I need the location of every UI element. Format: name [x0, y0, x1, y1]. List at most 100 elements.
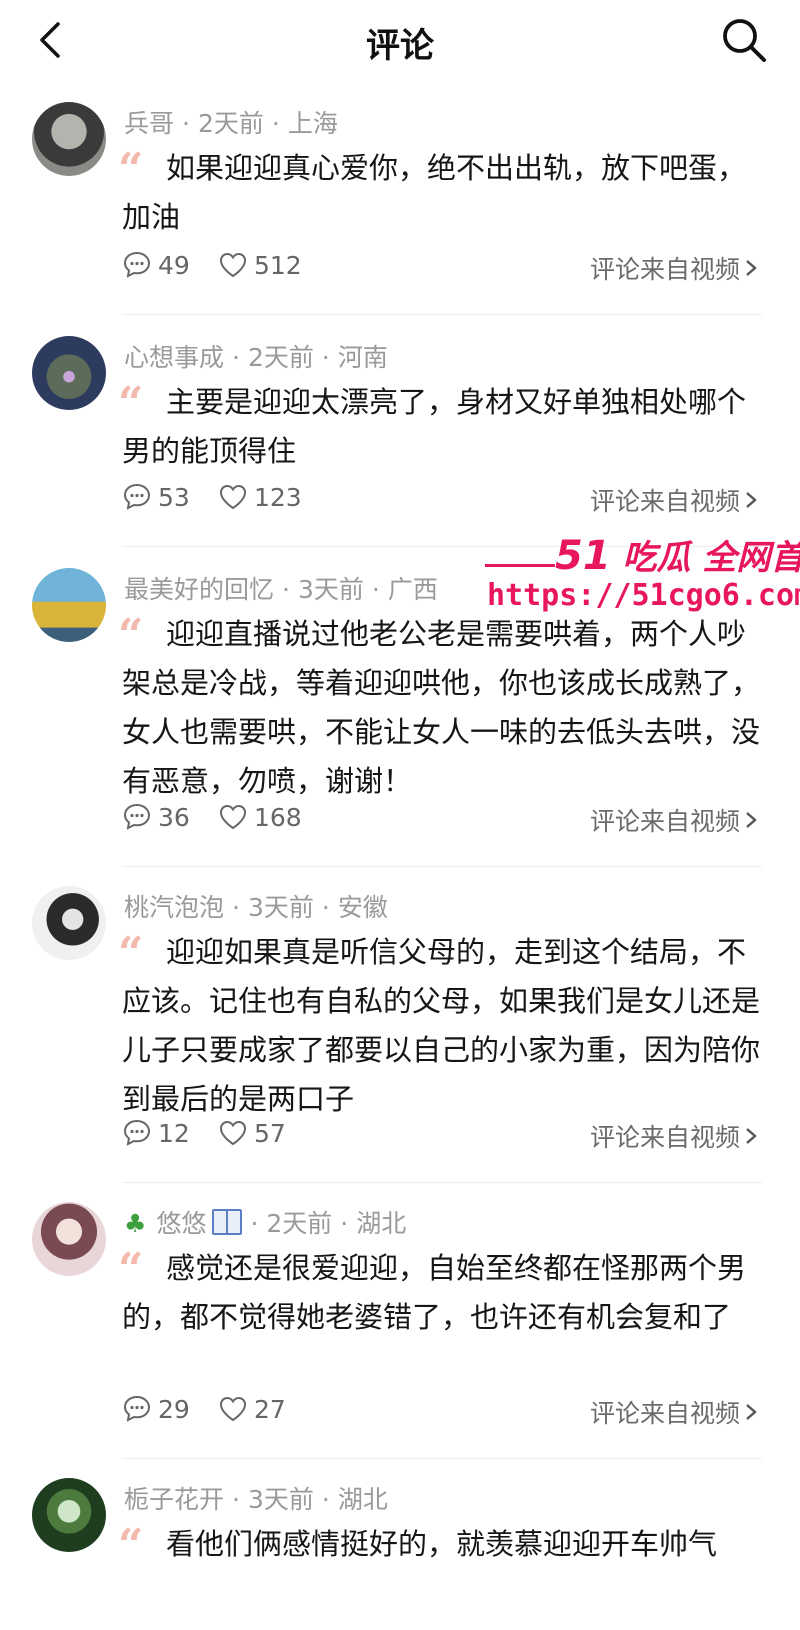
comment-time: 2天前 [197, 109, 264, 138]
comment-location: 湖北 [356, 1209, 407, 1238]
avatar[interactable] [32, 336, 106, 410]
source-label: 评论来自视频 [589, 1123, 740, 1152]
comment-text: 迎迎如果真是听信父母的，走到这个结局，不应该。记住也有自私的父母，如果我们是女儿… [122, 935, 761, 1116]
comment-meta: 桃汽泡泡 · 3天前 · 安徽 [124, 893, 388, 922]
like-count: 27 [254, 1394, 286, 1424]
like-count: 168 [254, 802, 302, 832]
username[interactable]: 桃汽泡泡 [124, 893, 224, 922]
heart-icon [219, 804, 247, 830]
avatar[interactable] [32, 1202, 106, 1276]
username[interactable]: 最美好的回忆 [124, 575, 274, 604]
comment-text: 看他们俩感情挺好的，就羡慕迎迎开车帅气 [166, 1527, 718, 1561]
comment-time: 3天前 [247, 893, 314, 922]
book-icon [212, 1209, 243, 1235]
source-label: 评论来自视频 [589, 255, 740, 284]
username[interactable]: 悠悠 [156, 1209, 206, 1238]
like-count: 512 [254, 250, 302, 280]
reply-count: 49 [158, 250, 190, 280]
comment-text: 如果迎迎真心爱你，绝不出出轨，放下吧蛋，加油 [122, 151, 747, 234]
source-link[interactable]: 评论来自视频 [590, 802, 762, 838]
clover-icon: ♣ [124, 1209, 147, 1238]
divider [122, 1182, 762, 1183]
heart-icon [219, 252, 247, 278]
reply-button[interactable]: 36 [122, 802, 190, 832]
watermark-brand: 51 吃瓜 全网首发 [555, 530, 800, 579]
chevron-right-icon [746, 1128, 757, 1144]
avatar[interactable] [32, 886, 106, 960]
watermark-line [485, 564, 555, 567]
quote-icon: “ [118, 1244, 144, 1295]
username[interactable]: 心想事成 [124, 343, 224, 372]
reply-button[interactable]: 53 [122, 482, 190, 512]
avatar[interactable] [32, 568, 106, 642]
reply-count: 53 [158, 482, 190, 512]
comment-actions: 36 168 评论来自视频 [122, 802, 762, 842]
comment-bubble-icon [123, 483, 151, 510]
comment-time: 2天前 [247, 343, 314, 372]
comment-meta: 栀子花开 · 3天前 · 湖北 [124, 1485, 388, 1514]
comment-text: 迎迎直播说过他老公老是需要哄着，两个人吵架总是冷战，等着迎迎哄他，你也该成长成熟… [122, 617, 761, 798]
reply-button[interactable]: 29 [122, 1394, 190, 1424]
like-button[interactable]: 57 [218, 1118, 286, 1148]
comment-actions: 12 57 评论来自视频 [122, 1118, 762, 1158]
comment-body: “ 如果迎迎真心爱你，绝不出出轨，放下吧蛋，加油 [118, 144, 762, 242]
like-count: 123 [254, 482, 302, 512]
avatar[interactable] [32, 1478, 106, 1552]
quote-icon: “ [118, 928, 144, 979]
source-label: 评论来自视频 [589, 1399, 740, 1428]
comment-text: 主要是迎迎太漂亮了，身材又好单独相处哪个男的能顶得住 [122, 385, 747, 468]
comment-location: 河南 [337, 343, 388, 372]
like-button[interactable]: 27 [218, 1394, 286, 1424]
reply-button[interactable]: 49 [122, 250, 190, 280]
like-button[interactable]: 168 [218, 802, 302, 832]
comment-bubble-icon [123, 1395, 151, 1422]
comment-location: 安徽 [337, 893, 388, 922]
comment-text: 感觉还是很爱迎迎，自始至终都在怪那两个男的，都不觉得她老婆错了，也许还有机会复和… [122, 1251, 747, 1334]
like-count: 57 [254, 1118, 286, 1148]
source-link[interactable]: 评论来自视频 [590, 1394, 762, 1430]
comment-body: “ 主要是迎迎太漂亮了，身材又好单独相处哪个男的能顶得住 [118, 378, 762, 476]
heart-icon [219, 1120, 247, 1146]
comment-time: 3天前 [297, 575, 364, 604]
comment-body: “ 看他们俩感情挺好的，就羡慕迎迎开车帅气 [118, 1520, 762, 1569]
source-link[interactable]: 评论来自视频 [590, 482, 762, 518]
watermark: 51 吃瓜 全网首发 https://51cgo6.com [485, 530, 800, 620]
source-link[interactable]: 评论来自视频 [590, 250, 762, 286]
comment-location: 湖北 [337, 1485, 388, 1514]
source-label: 评论来自视频 [589, 807, 740, 836]
chevron-right-icon [746, 1404, 757, 1420]
comment-location: 广西 [387, 575, 438, 604]
reply-button[interactable]: 12 [122, 1118, 190, 1148]
quote-icon: “ [118, 610, 144, 661]
source-label: 评论来自视频 [589, 487, 740, 516]
reply-count: 36 [158, 802, 190, 832]
comment-body: “ 迎迎如果真是听信父母的，走到这个结局，不应该。记住也有自私的父母，如果我们是… [118, 928, 762, 1124]
source-link[interactable]: 评论来自视频 [590, 1118, 762, 1154]
comment-body: “ 迎迎直播说过他老公老是需要哄着，两个人吵架总是冷战，等着迎迎哄他，你也该成长… [118, 610, 762, 806]
username[interactable]: 兵哥 [124, 109, 174, 138]
like-button[interactable]: 512 [218, 250, 302, 280]
comment-location: 上海 [287, 109, 338, 138]
comment-meta: 兵哥 · 2天前 · 上海 [124, 109, 338, 138]
search-icon[interactable] [718, 14, 770, 66]
comment-time: 2天前 [266, 1209, 333, 1238]
comment-time: 3天前 [247, 1485, 314, 1514]
username[interactable]: 栀子花开 [124, 1485, 224, 1514]
chevron-right-icon [746, 812, 757, 828]
chevron-right-icon [746, 492, 757, 508]
quote-icon: “ [118, 378, 144, 429]
chevron-right-icon [746, 260, 757, 276]
comment-actions: 53 123 评论来自视频 [122, 482, 762, 522]
like-button[interactable]: 123 [218, 482, 302, 512]
page-title: 评论 [366, 26, 434, 66]
avatar[interactable] [32, 102, 106, 176]
comment-bubble-icon [123, 251, 151, 278]
comment-body: “ 感觉还是很爱迎迎，自始至终都在怪那两个男的，都不觉得她老婆错了，也许还有机会… [118, 1244, 762, 1342]
comment-bubble-icon [123, 1119, 151, 1146]
reply-count: 12 [158, 1118, 190, 1148]
comment-actions: 49 512 评论来自视频 [122, 250, 762, 290]
watermark-brand-text: 吃瓜 全网首发 [622, 538, 800, 578]
header-bar: 评论 [0, 0, 800, 80]
divider [122, 1458, 762, 1459]
comment-meta: 心想事成 · 2天前 · 河南 [124, 343, 388, 372]
